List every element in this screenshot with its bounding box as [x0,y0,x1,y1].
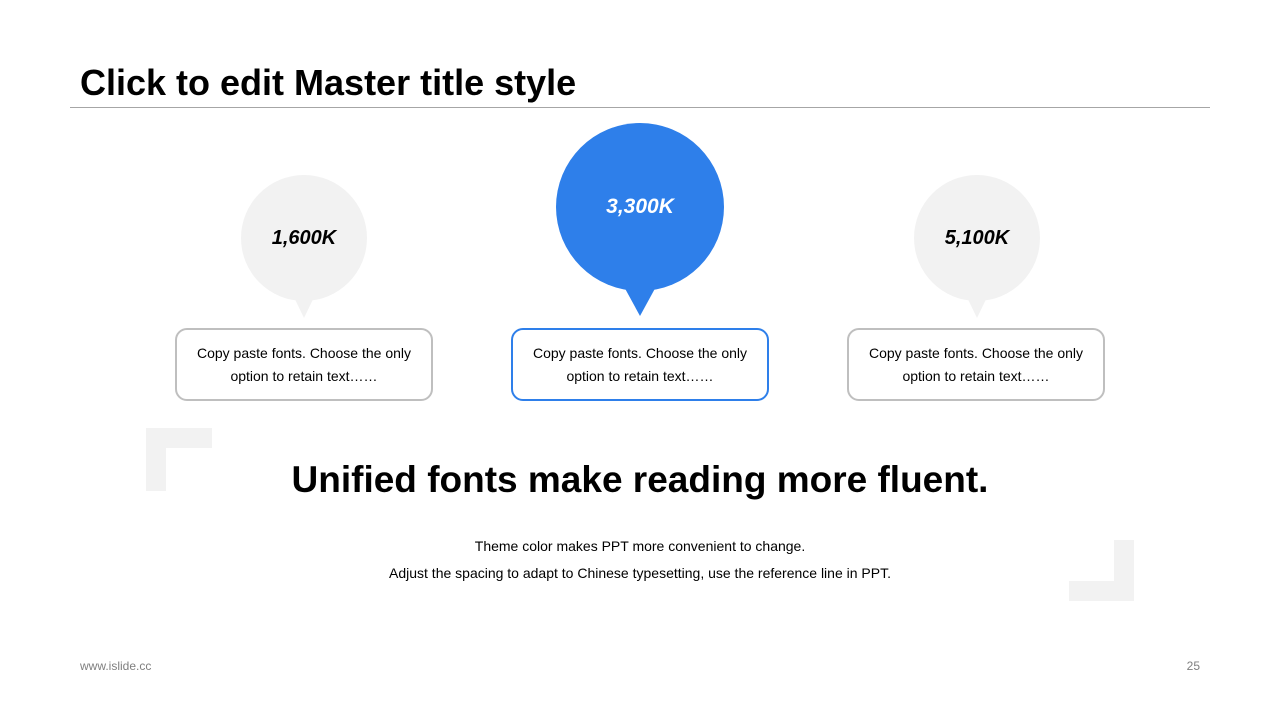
value-bubble-3: 5,100K [914,175,1040,319]
description-line-2[interactable]: Adjust the spacing to adapt to Chinese t… [0,563,1280,583]
slide-title[interactable]: Click to edit Master title style [80,60,576,106]
headline[interactable]: Unified fonts make reading more fluent. [0,456,1280,504]
value-bubble-2: 3,300K [556,123,724,317]
slide: Click to edit Master title style 1,600K … [0,0,1280,720]
page-number: 25 [1186,659,1200,673]
corner-bracket-bottom-right-horizontal [1069,581,1134,601]
description-line-1[interactable]: Theme color makes PPT more convenient to… [0,536,1280,556]
title-divider [70,107,1210,108]
card-text: Copy paste fonts. Choose the only option… [868,344,1084,384]
bubble-value: 1,600K [271,227,337,249]
bubble-value: 3,300K [606,195,674,218]
text-card-3[interactable]: Copy paste fonts. Choose the only option… [847,328,1105,401]
text-card-1[interactable]: Copy paste fonts. Choose the only option… [175,328,433,401]
bubble-value: 5,100K [944,227,1010,249]
value-bubble-1: 1,600K [241,175,367,319]
text-card-2[interactable]: Copy paste fonts. Choose the only option… [511,328,769,401]
card-text: Copy paste fonts. Choose the only option… [532,344,748,384]
card-text: Copy paste fonts. Choose the only option… [196,344,412,384]
footer-url: www.islide.cc [80,659,152,673]
